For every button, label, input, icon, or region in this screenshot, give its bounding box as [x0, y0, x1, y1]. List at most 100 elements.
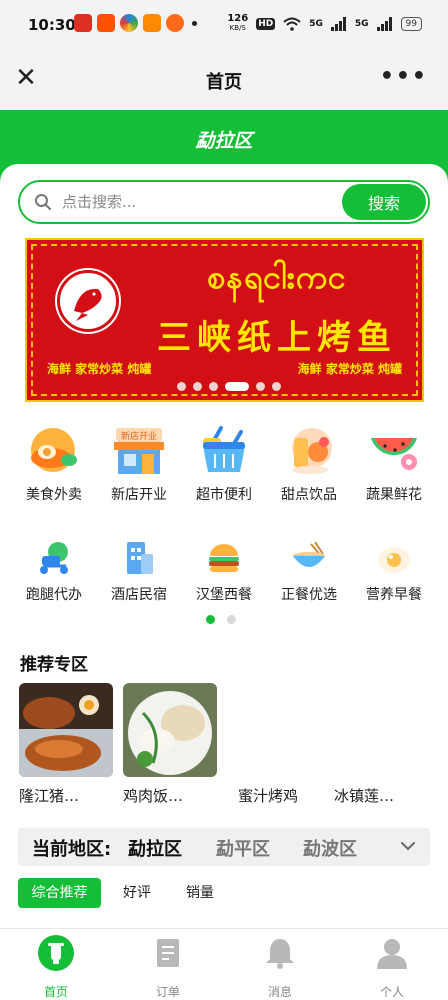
banner-chinese-text: 三峡纸上烤鱼: [157, 318, 397, 358]
banner-dot[interactable]: [256, 382, 265, 391]
meal-bowl-icon: [289, 540, 329, 576]
recommend-item[interactable]: 鸡肉饭…: [123, 683, 219, 806]
category-supermarket[interactable]: 超市便利: [182, 424, 266, 504]
signal-icon-1: [330, 16, 346, 31]
chevron-down-icon[interactable]: [398, 836, 418, 856]
sort-chip-recommended[interactable]: 综合推荐: [18, 878, 101, 908]
home-scooter-icon: [38, 935, 74, 971]
search-button[interactable]: 搜索: [342, 184, 426, 220]
category-label: 正餐优选: [281, 587, 337, 603]
promo-banner[interactable]: စနရငါးကင 三峡纸上烤鱼 海鲜 家常炒菜 炖罐 海鲜 家常炒菜 炖罐: [25, 238, 424, 402]
region-tab-mengboqu[interactable]: 勐波区: [303, 835, 357, 861]
current-region-label: 当前地区:: [32, 839, 112, 860]
category-breakfast[interactable]: 营养早餐: [352, 534, 436, 614]
signal-icon-2: [376, 16, 392, 31]
region-selector: 当前地区: 勐拉区 勐平区 勐波区: [18, 828, 430, 866]
category-pagination: [206, 615, 236, 624]
dessert-drink-icon: [280, 424, 338, 476]
search-input[interactable]: [62, 190, 332, 214]
user-icon: [377, 939, 407, 969]
status-app-icons: [74, 14, 197, 32]
network-type-2: 5G: [354, 18, 369, 29]
banner-burmese-text: စနရငါးကင: [207, 258, 347, 296]
category-dessert[interactable]: 甜点饮品: [267, 424, 351, 504]
more-menu-icon[interactable]: •••: [380, 64, 428, 89]
tab-label: 个人: [379, 985, 404, 999]
category-page-dot[interactable]: [206, 615, 215, 624]
recommend-item-name: 蜜汁烤鸡: [238, 787, 299, 805]
status-time: 10:30: [28, 16, 76, 34]
category-meal[interactable]: 正餐优选: [267, 534, 351, 614]
category-label: 蔬果鲜花: [366, 487, 422, 503]
category-label: 美食外卖: [26, 487, 82, 503]
banner-dot[interactable]: [209, 382, 218, 391]
category-label: 汉堡西餐: [196, 587, 252, 603]
category-food-delivery[interactable]: 美食外卖: [12, 424, 96, 504]
battery-icon: 99: [400, 16, 422, 31]
food-delivery-icon: [25, 424, 83, 476]
new-store-badge-text: 新店开业: [121, 430, 157, 442]
region-tab-mengpingqu[interactable]: 勐平区: [216, 835, 270, 861]
recommend-item[interactable]: 蜜汁烤鸡: [238, 683, 334, 806]
sort-chip-rating[interactable]: 好评: [110, 878, 164, 908]
category-hotel[interactable]: 酒店民宿: [97, 534, 181, 614]
braised-pork-image: [19, 683, 113, 777]
recommend-item[interactable]: 隆江猪…: [19, 683, 115, 806]
bottom-tab-bar: 首页 订单 消息 个人: [0, 928, 448, 1000]
hotel-building-icon: [119, 540, 159, 576]
network-type-1: 5G: [309, 18, 323, 29]
category-page-dot[interactable]: [227, 615, 236, 624]
recommend-item[interactable]: 冰镇莲…: [334, 683, 430, 806]
tab-orders[interactable]: 订单: [112, 935, 224, 1000]
chicken-rice-image: [123, 683, 217, 777]
category-new-store[interactable]: 新店开业 新店开业: [97, 424, 181, 504]
category-label: 跑腿代办: [26, 587, 82, 603]
sort-chip-sales[interactable]: 销量: [172, 878, 228, 908]
search-icon: [35, 194, 51, 210]
speed-value: 126: [227, 13, 249, 24]
colorful-app-icon: [120, 14, 138, 32]
honey-chicken-image-placeholder: [238, 683, 332, 777]
bell-icon: [266, 939, 294, 969]
banner-dot[interactable]: [272, 382, 281, 391]
region-title: 勐拉区: [195, 130, 253, 152]
recommend-item-name: 冰镇莲…: [334, 787, 395, 805]
status-bar: 10:30 126 KB/S HD 5G 5G 99: [0, 0, 448, 52]
region-tab-menglaqu[interactable]: 勐拉区: [128, 835, 182, 861]
breakfast-egg-icon: [374, 540, 414, 576]
status-indicators: 126 KB/S HD 5G 5G 99: [227, 14, 422, 33]
search-bar: 搜索: [18, 180, 430, 224]
category-burger[interactable]: 汉堡西餐: [182, 534, 266, 614]
tab-home[interactable]: 首页: [0, 935, 112, 1000]
category-fruit-flower[interactable]: 蔬果鲜花: [352, 424, 436, 504]
category-label: 新店开业: [111, 487, 167, 503]
network-speed: 126 KB/S: [227, 14, 248, 33]
speed-unit: KB/S: [229, 24, 246, 32]
category-label: 甜点饮品: [281, 487, 337, 503]
banner-tag-left: 海鲜 家常炒菜 炖罐: [47, 362, 152, 376]
notification-app-icon: [74, 14, 92, 32]
category-label: 酒店民宿: [111, 587, 167, 603]
tab-label: 订单: [155, 985, 180, 999]
category-errand[interactable]: 跑腿代办: [12, 534, 96, 614]
banner-tag-right: 海鲜 家常炒菜 炖罐: [297, 362, 402, 376]
banner-pagination: [177, 382, 281, 391]
shopping-basket-icon: [195, 424, 253, 476]
shop-app-icon: [143, 14, 161, 32]
fruit-flower-icon: [365, 424, 423, 476]
fish-logo-icon: [57, 270, 119, 332]
banner-dot[interactable]: [225, 382, 249, 391]
category-label: 营养早餐: [366, 587, 422, 603]
banner-dot[interactable]: [193, 382, 202, 391]
more-notifications-dot: [192, 20, 197, 26]
lotus-drink-image-placeholder: [334, 683, 428, 777]
tab-messages[interactable]: 消息: [224, 935, 336, 1000]
recommend-item-name: 鸡肉饭…: [123, 787, 184, 805]
burger-icon: [204, 540, 244, 576]
recommend-item-name: 隆江猪…: [19, 787, 80, 805]
banner-dot[interactable]: [177, 382, 186, 391]
tab-profile[interactable]: 个人: [336, 935, 448, 1000]
errand-scooter-icon: [34, 540, 74, 576]
taobao-icon: [97, 14, 115, 32]
wifi-icon: [283, 17, 301, 31]
